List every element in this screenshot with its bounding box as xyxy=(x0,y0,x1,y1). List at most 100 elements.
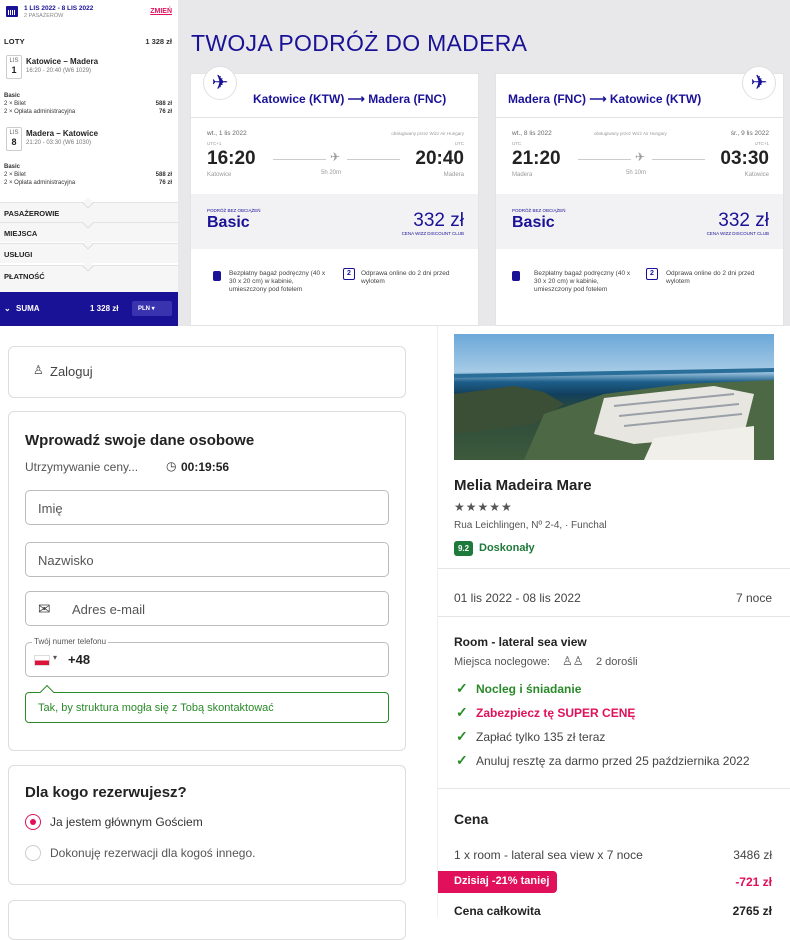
hold-timer: 00:19:56 xyxy=(181,460,230,474)
phone-label: Twój numer telefonu xyxy=(32,637,109,646)
price-line-value: 3486 zł xyxy=(733,848,772,862)
dep-timezone: UTC xyxy=(512,141,522,146)
perk-checkin: Odprawa online do 2 dni przed wylotem xyxy=(361,270,450,285)
form-title: Wprowadź swoje dane osobowe xyxy=(25,432,255,449)
radio-main-guest-label[interactable]: Ja jestem głównym Gościem xyxy=(50,815,203,829)
stay-dates: 01 lis 2022 - 08 lis 2022 xyxy=(454,591,581,605)
fee-price: 76 zł xyxy=(158,109,172,115)
perk-bag: Bezpłatny bagaż podręczny (40 x 30 x 20 … xyxy=(534,270,631,293)
checkin-icon: 2 xyxy=(343,268,355,280)
fare-name: Basic xyxy=(207,214,250,231)
email-field[interactable]: ✉ Adres e-mail xyxy=(25,591,389,626)
change-button[interactable]: ZMIEŃ xyxy=(150,8,172,15)
user-icon: ♙ xyxy=(33,363,44,377)
phone-code: +48 xyxy=(68,652,91,667)
perk-bag: Bezpłatny bagaż podręczny (40 x 30 x 20 … xyxy=(229,270,326,293)
arr-city: Madera xyxy=(443,172,464,178)
review-score: 9.2 xyxy=(454,541,473,556)
fare-box[interactable]: PODRÓŻ BEZ OBCIĄŻEŃ Basic 332 zł CENA WI… xyxy=(191,194,478,249)
radio-main-guest[interactable] xyxy=(25,814,41,830)
dep-timezone: UTC+1 xyxy=(207,141,222,146)
flights-label: LOTY xyxy=(4,37,25,46)
flight-times: 21:20 - 03:30 (W6 1030) xyxy=(26,140,92,146)
date-box: LIS 8 xyxy=(6,127,22,151)
stay-nights: 7 noce xyxy=(735,591,772,605)
ticket-price: 588 zł xyxy=(155,172,172,178)
fare-name: Basic xyxy=(4,93,21,99)
sum-label: SUMA xyxy=(16,304,40,313)
price-title: Cena xyxy=(454,811,489,827)
ticket-price: 588 zł xyxy=(155,101,172,107)
caret-down-icon[interactable]: ▾ xyxy=(53,653,57,662)
radio-someone-else[interactable] xyxy=(25,845,41,861)
sidebar-header: 1 LIS 2022 - 8 LIS 2022 2 PASAŻERÓW ZMIE… xyxy=(6,4,172,20)
ticket-line: 2 × Bilet xyxy=(4,172,26,178)
fare-price: 332 zł xyxy=(718,210,769,231)
dep-date: wt., 8 lis 2022 xyxy=(512,130,552,137)
fare-label: PODRÓŻ BEZ OBCIĄŻEŃ xyxy=(207,208,261,213)
calendar-icon xyxy=(6,6,18,17)
fee-line: 2 × Opłata administracyjna xyxy=(4,109,76,115)
fare-label: PODRÓŻ BEZ OBCIĄŻEŃ xyxy=(512,208,566,213)
sum-bar[interactable]: ⌄ SUMA 1 328 zł PLN ▾ xyxy=(0,292,178,326)
plane-small-icon: ✈ xyxy=(330,150,341,164)
total-label: Cena całkowita xyxy=(454,904,541,918)
plane-icon: ✈ xyxy=(742,66,776,100)
hotel-name[interactable]: Melia Madeira Mare xyxy=(454,477,592,494)
perk-checkin: Odprawa online do 2 dni przed wylotem xyxy=(666,270,755,285)
operator: obsługiwany przez Wizz Air Hungary xyxy=(391,131,464,136)
discount-value: -721 zł xyxy=(735,875,772,889)
arr-city: Katowice xyxy=(744,172,769,178)
booking-for-title: Dla kogo rezerwujesz? xyxy=(25,784,187,801)
login-box[interactable]: ♙ Zaloguj xyxy=(8,346,406,398)
arr-timezone: UTC xyxy=(454,141,464,146)
tooltip-text: Tak, by struktura mogła się z Tobą skont… xyxy=(38,702,274,714)
booking-sidebar: 1 LIS 2022 - 8 LIS 2022 2 PASAŻERÓW ZMIE… xyxy=(0,0,178,326)
flight-item-return: LIS 8 Madera – Katowice 21:20 - 03:30 (W6… xyxy=(6,127,172,155)
arr-time: 03:30 xyxy=(720,148,769,169)
route-title: Katowice (KTW) ⟶ Madera (FNC) xyxy=(253,92,447,106)
perk-super-price: Zabezpiecz tę SUPER CENĘ xyxy=(476,706,636,720)
sum-value: 1 328 zł xyxy=(90,304,119,313)
personal-details-form: Wprowadź swoje dane osobowe Utrzymywanie… xyxy=(8,411,406,751)
flight-card-return[interactable]: Madera (FNC) ⟶ Katowice (KTW) ✈ wt., 8 l… xyxy=(495,66,784,326)
section-payment[interactable]: PŁATNOŚĆ xyxy=(0,260,178,292)
last-name-field[interactable]: Nazwisko xyxy=(25,542,389,577)
hotel-address: Rua Leichlingen, Nº 2-4, · Funchal xyxy=(454,520,607,531)
flight-item-outbound: LIS 1 Katowice – Madera 16:20 - 20:40 (W6… xyxy=(6,55,172,83)
price-line-label: 1 x room - lateral sea view x 7 noce xyxy=(454,848,643,862)
fee-line: 2 × Opłata administracyjna xyxy=(4,180,76,186)
fee-price: 76 zł xyxy=(158,180,172,186)
email-placeholder: Adres e-mail xyxy=(72,602,145,617)
people-icon: ♙♙ xyxy=(562,654,584,668)
flight-times: 16:20 - 20:40 (W6 1029) xyxy=(26,68,92,74)
dep-city: Madera xyxy=(512,172,533,178)
login-link[interactable]: Zaloguj xyxy=(50,364,93,379)
beds-label: Miejsca noclegowe: xyxy=(454,656,550,668)
chevron-down-icon: ⌄ xyxy=(4,304,11,313)
checkin-icon: 2 xyxy=(646,268,658,280)
radio-someone-else-label[interactable]: Dokonuję rezerwacji dla kogoś innego. xyxy=(50,846,255,860)
arr-date: śr., 9 lis 2022 xyxy=(730,130,769,137)
star-rating: ★★★★★ xyxy=(454,500,513,514)
check-icon: ✓ xyxy=(456,704,468,720)
flight-route: Katowice – Madera xyxy=(26,57,99,66)
discount-badge: Dzisiaj -21% taniej xyxy=(438,871,558,893)
flight-route: Madera – Katowice xyxy=(26,129,99,138)
ticket-line: 2 × Bilet xyxy=(4,101,26,107)
phone-field[interactable]: Twój numer telefonu ▾ +48 xyxy=(25,637,389,677)
hold-text: Utrzymywanie ceny... xyxy=(25,460,139,474)
fare-name: Basic xyxy=(512,214,555,231)
currency-select[interactable]: PLN ▾ xyxy=(132,301,172,316)
flight-summary-section: 1 LIS 2022 - 8 LIS 2022 2 PASAŻERÓW ZMIE… xyxy=(0,0,790,326)
fare-box[interactable]: PODRÓŻ BEZ OBCIĄŻEŃ Basic 332 zł CENA WI… xyxy=(496,194,783,249)
check-icon: ✓ xyxy=(456,728,468,744)
section-services[interactable]: USŁUGI xyxy=(0,238,178,263)
card-header: Madera (FNC) ⟶ Katowice (KTW) xyxy=(496,74,783,118)
flight-card-outbound[interactable]: Katowice (KTW) ⟶ Madera (FNC) ✈ wt., 1 l… xyxy=(190,66,479,326)
poland-flag-icon[interactable] xyxy=(34,655,50,666)
date-box: LIS 1 xyxy=(6,55,22,79)
hotel-photo[interactable] xyxy=(454,334,774,460)
first-name-field[interactable]: Imię xyxy=(25,490,389,525)
duration: 5h 20m xyxy=(321,170,342,176)
